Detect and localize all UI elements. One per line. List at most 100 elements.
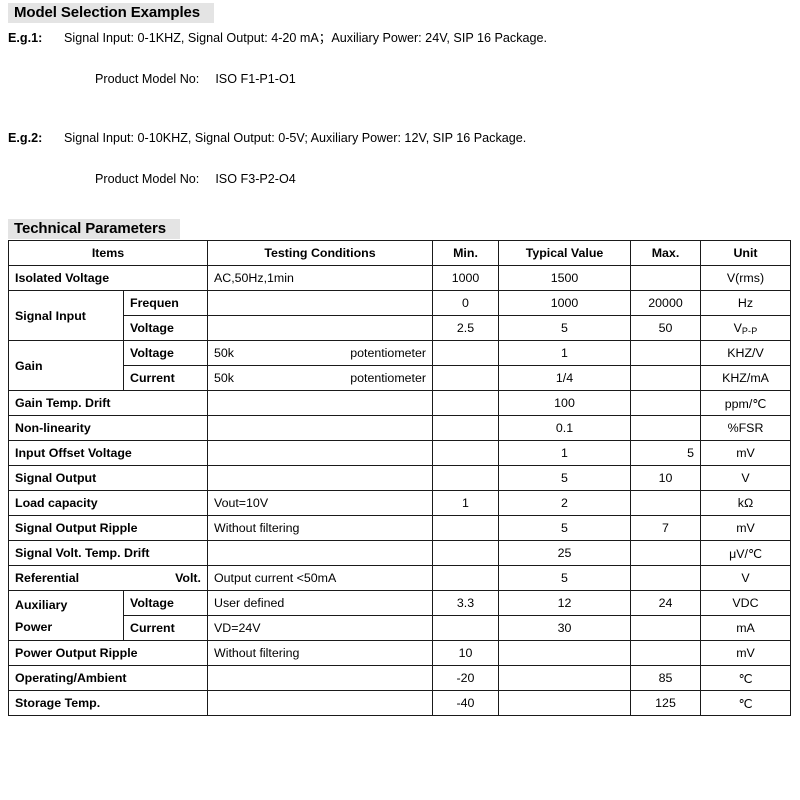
column-header-testing-conditions: Testing Conditions: [207, 240, 433, 266]
cell-typical: 5: [498, 565, 631, 591]
technical-parameters-table-wrap: Items Testing Conditions Min. Typical Va…: [0, 239, 800, 716]
cell-min: [432, 565, 499, 591]
cell-max: [630, 490, 701, 516]
cell-max: [630, 415, 701, 441]
row-label: Non-linearity: [8, 415, 208, 441]
example-1-line: E.g.1: Signal Input: 0-1KHZ, Signal Outp…: [8, 28, 800, 48]
row-label: Signal Output Ripple: [8, 515, 208, 541]
example-1-model-label: Product Model No:: [95, 72, 200, 86]
cell-conditions: [207, 390, 433, 416]
cell-min: [432, 615, 499, 641]
cell-conditions: VD=24V: [207, 615, 433, 641]
cell-conditions: [207, 665, 433, 691]
row-sublabel: Frequen: [123, 290, 208, 316]
cell-max: 5: [630, 440, 701, 466]
cell-typical: 1: [498, 440, 631, 466]
row-sublabel: Voltage: [123, 340, 208, 366]
table-row: Signal Output Ripple Without filtering 5…: [8, 515, 791, 541]
example-2-model-line: Product Model No: ISO F3-P2-O4: [8, 148, 800, 211]
cell-conditions: [207, 540, 433, 566]
cell-max: 24: [630, 590, 701, 616]
table-row: Input Offset Voltage 1 5 mV: [8, 440, 791, 466]
cell-max: 50: [630, 315, 701, 341]
cell-typical: 30: [498, 615, 631, 641]
cell-unit: %FSR: [700, 415, 791, 441]
row-label-group-gain: Gain: [8, 340, 124, 391]
table-row: Isolated Voltage AC,50Hz,1min 1000 1500 …: [8, 265, 791, 291]
table-row: Current VD=24V 30 mA: [9, 615, 791, 641]
table-header-row: Items Testing Conditions Min. Typical Va…: [8, 240, 791, 266]
row-label-line2: Power: [15, 619, 53, 634]
cell-typical: 0.1: [498, 415, 631, 441]
cell-conditions: 50k potentiometer: [207, 365, 433, 391]
cell-unit: KHZ/V: [700, 340, 791, 366]
table-row: Gain Temp. Drift 100 ppm/℃: [8, 390, 791, 416]
row-label: Operating/Ambient: [8, 665, 208, 691]
model-selection-examples: E.g.1: Signal Input: 0-1KHZ, Signal Outp…: [0, 23, 800, 211]
cell-typical: [498, 690, 631, 716]
cell-typical: 5: [498, 465, 631, 491]
cell-conditions-right: potentiometer: [350, 371, 426, 385]
cell-typical: 1/4: [498, 365, 631, 391]
cell-typical: 5: [498, 315, 631, 341]
cell-conditions: Without filtering: [207, 640, 433, 666]
cell-min: [432, 340, 499, 366]
cell-max: [630, 615, 701, 641]
row-label: Load capacity: [8, 490, 208, 516]
cell-min: [432, 515, 499, 541]
example-1-model-line: Product Model No: ISO F1-P1-O1: [8, 48, 800, 111]
cell-unit: V: [700, 465, 791, 491]
cell-min: 1: [432, 490, 499, 516]
cell-max: [630, 540, 701, 566]
cell-unit: mV: [700, 515, 791, 541]
table-row: Storage Temp. -40 125 ℃: [8, 690, 791, 716]
example-2-model-label: Product Model No:: [95, 172, 200, 186]
row-label: Referential Volt.: [8, 565, 208, 591]
cell-typical: 1: [498, 340, 631, 366]
cell-min: [432, 465, 499, 491]
row-label: Signal Volt. Temp. Drift: [8, 540, 208, 566]
table-row: Auxiliary Power Voltage User defined 3.3…: [8, 590, 791, 641]
row-label: Power Output Ripple: [8, 640, 208, 666]
cell-max: 7: [630, 515, 701, 541]
unit-base: V: [733, 321, 742, 335]
cell-max: [630, 565, 701, 591]
model-selection-heading-row: Model Selection Examples: [0, 0, 800, 23]
cell-max: 85: [630, 665, 701, 691]
table-row: Power Output Ripple Without filtering 10…: [8, 640, 791, 666]
cell-max: 10: [630, 465, 701, 491]
column-header-typical: Typical Value: [498, 240, 631, 266]
cell-unit: kΩ: [700, 490, 791, 516]
cell-unit: μV/℃: [700, 540, 791, 566]
column-header-items: Items: [8, 240, 208, 266]
row-label-group-signal-input: Signal Input: [8, 290, 124, 341]
row-label-left: Referential: [15, 571, 80, 585]
cell-max: [630, 390, 701, 416]
cell-max: 125: [630, 690, 701, 716]
cell-typical: [498, 665, 631, 691]
table-row: Operating/Ambient -20 85 ℃: [8, 665, 791, 691]
cell-typical: 2: [498, 490, 631, 516]
table-row: Referential Volt. Output current <50mA 5…: [8, 565, 791, 591]
row-sublabel: Voltage: [123, 590, 208, 616]
cell-conditions: AC,50Hz,1min: [207, 265, 433, 291]
technical-parameters-heading: Technical Parameters: [8, 219, 180, 239]
cell-unit: mV: [700, 440, 791, 466]
example-1-model-value: ISO F1-P1-O1: [215, 72, 296, 86]
example-2-line: E.g.2: Signal Input: 0-10KHZ, Signal Out…: [8, 128, 800, 148]
cell-max: [630, 265, 701, 291]
cell-conditions: [207, 690, 433, 716]
row-label-group-auxiliary-power: Auxiliary Power: [8, 590, 124, 641]
row-sublabel: Current: [123, 365, 208, 391]
cell-max: [630, 340, 701, 366]
cell-typical: 12: [498, 590, 631, 616]
cell-min: 0: [432, 290, 499, 316]
cell-unit: VDC: [700, 590, 791, 616]
cell-conditions: [207, 290, 433, 316]
cell-min: [432, 415, 499, 441]
cell-typical: 25: [498, 540, 631, 566]
cell-unit: mA: [700, 615, 791, 641]
cell-conditions: Without filtering: [207, 515, 433, 541]
cell-conditions-left: 50k: [214, 346, 234, 360]
example-2-label: E.g.2:: [8, 131, 43, 145]
